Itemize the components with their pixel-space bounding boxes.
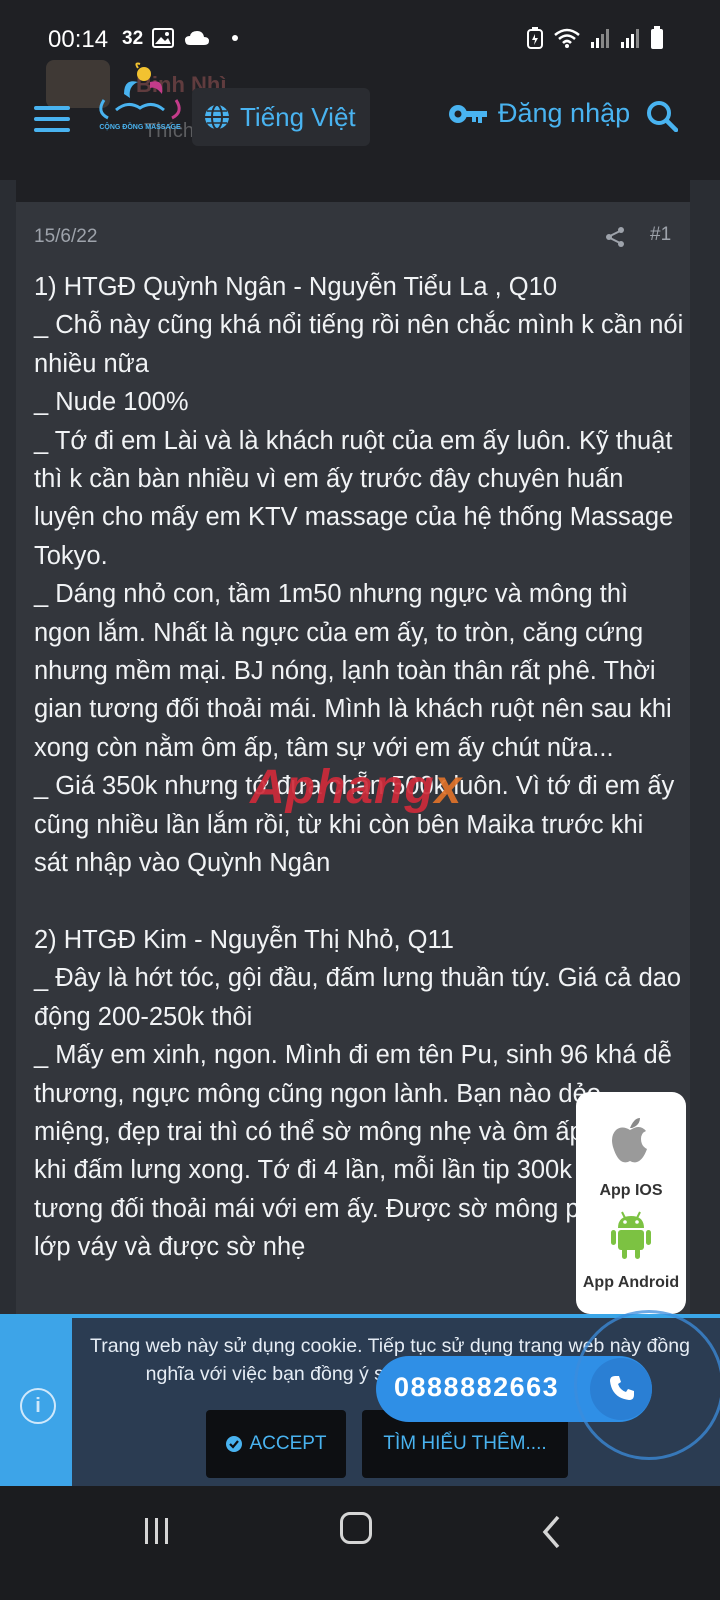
post-line: _ Đây là hớt tóc, gội đầu, đấm lưng thuầ… xyxy=(34,964,682,1031)
app-android-label: App Android xyxy=(582,1274,680,1291)
phone-number: 0888882663 xyxy=(394,1372,560,1402)
app-ios-label: App IOS xyxy=(599,1182,663,1199)
post-line: _ Tớ đi em Lài và là khách ruột của em ấ… xyxy=(34,426,674,570)
site-logo[interactable]: CỘNG ĐỒNG MASSAGE xyxy=(94,60,186,144)
post-line: 1) HTGĐ Quỳnh Ngân - Nguyễn Tiểu La , Q1… xyxy=(34,273,557,301)
post-date[interactable]: 15/6/22 xyxy=(34,226,97,248)
post-top-divider xyxy=(16,180,690,202)
cloud-icon xyxy=(185,31,209,45)
logo-icon xyxy=(99,62,181,120)
accept-label: ACCEPT xyxy=(249,1433,327,1454)
logo-text: CỘNG ĐỒNG MASSAGE xyxy=(99,124,181,131)
accept-button[interactable]: ACCEPT xyxy=(206,1410,346,1478)
info-icon: i xyxy=(20,1388,56,1424)
apple-icon xyxy=(612,1118,647,1163)
cookie-info-strip: i xyxy=(0,1318,72,1486)
language-label: Tiếng Việt xyxy=(240,101,356,132)
battery-saver-icon xyxy=(527,27,543,49)
globe-icon xyxy=(205,104,229,130)
watermark: Aphangx xyxy=(250,761,463,814)
login-button[interactable]: Đăng nhập xyxy=(448,98,630,129)
notification-count: 32 xyxy=(122,28,144,49)
menu-button[interactable] xyxy=(34,106,70,134)
share-icon[interactable] xyxy=(604,226,626,248)
app-download-card: App IOS App Android xyxy=(576,1092,686,1314)
android-nav-bar xyxy=(0,1486,720,1600)
back-icon[interactable] xyxy=(540,1514,564,1550)
dot-icon xyxy=(232,35,238,41)
battery-icon xyxy=(651,26,663,49)
signal-icon-2 xyxy=(621,29,639,48)
key-icon xyxy=(449,104,487,123)
phone-icon xyxy=(610,1376,634,1400)
signal-icon xyxy=(591,29,609,48)
home-icon[interactable] xyxy=(340,1512,372,1544)
recent-apps-icon[interactable] xyxy=(142,1516,172,1546)
learn-more-label: TÌM HIỂU THÊM.... xyxy=(383,1433,547,1454)
android-icon xyxy=(611,1211,651,1259)
search-icon[interactable] xyxy=(646,100,678,132)
check-circle-icon xyxy=(226,1436,243,1452)
wifi-icon xyxy=(554,28,580,48)
post-line: _ Dáng nhỏ con, tầm 1m50 nhưng ngực và m… xyxy=(34,580,672,762)
post-number[interactable]: #1 xyxy=(650,224,671,246)
language-button[interactable]: Tiếng Việt xyxy=(192,88,370,146)
image-icon xyxy=(152,28,174,48)
post-line: _ Nude 100% xyxy=(34,388,189,417)
call-button[interactable]: 0888882663 xyxy=(376,1310,720,1460)
status-time: 00:14 xyxy=(48,26,109,53)
login-label: Đăng nhập xyxy=(498,98,631,128)
post-line: 2) HTGĐ Kim - Nguyễn Thị Nhỏ, Q11 xyxy=(34,925,454,954)
post-line: _ Chỗ này cũng khá nổi tiếng rồi nên chắ… xyxy=(34,311,684,378)
